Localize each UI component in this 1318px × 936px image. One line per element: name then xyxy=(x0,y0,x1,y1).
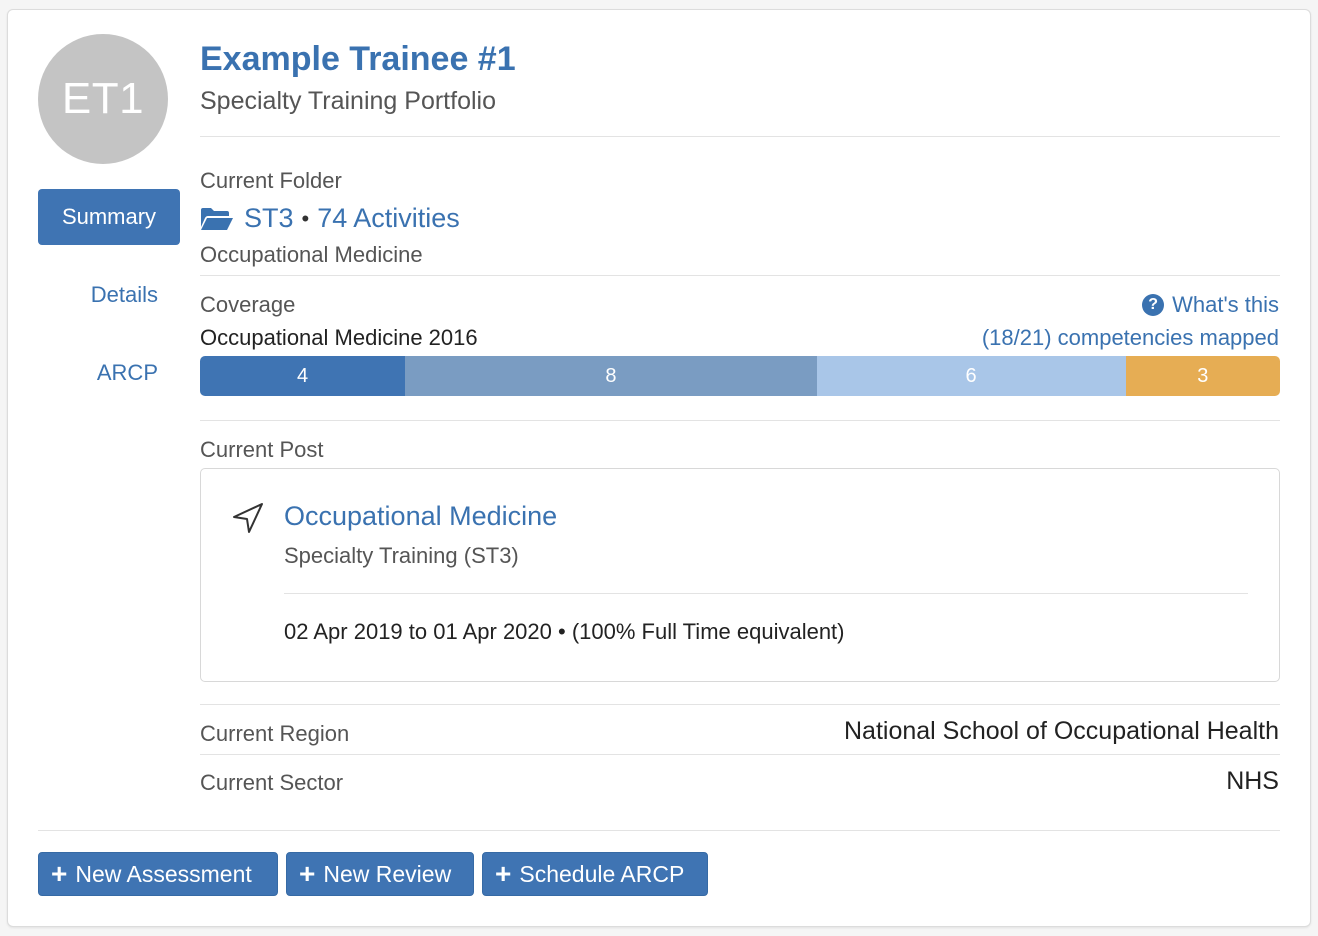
whats-this-label: What's this xyxy=(1172,292,1279,317)
divider xyxy=(200,754,1280,755)
nav-details-link[interactable]: Details xyxy=(91,282,158,308)
portfolio-type: Specialty Training Portfolio xyxy=(200,87,496,115)
coverage-segment: 4 xyxy=(200,356,406,396)
whats-this-link[interactable]: ? What's this xyxy=(1142,292,1279,318)
current-sector-value: NHS xyxy=(1226,767,1279,795)
folder-name-link[interactable]: ST3 xyxy=(244,203,294,234)
plus-icon: + xyxy=(51,858,68,889)
plus-icon: + xyxy=(495,858,512,889)
nav-arcp-link[interactable]: ARCP xyxy=(97,360,158,386)
location-arrow-icon xyxy=(233,503,263,533)
current-folder-label: Current Folder xyxy=(200,168,342,193)
divider xyxy=(200,704,1280,705)
separator: • xyxy=(301,205,310,231)
current-post-label: Current Post xyxy=(200,437,324,462)
divider xyxy=(200,420,1280,421)
coverage-segment: 6 xyxy=(816,356,1126,396)
coverage-progress-bar: 4863 xyxy=(200,356,1280,396)
avatar: ET1 xyxy=(38,34,168,164)
trainee-name[interactable]: Example Trainee #1 xyxy=(200,40,516,79)
post-title-link[interactable]: Occupational Medicine xyxy=(284,501,557,532)
question-circle-icon: ? xyxy=(1142,294,1165,316)
current-folder: ST3 • 74 Activities xyxy=(200,203,460,234)
current-sector-label: Current Sector xyxy=(200,770,344,795)
divider xyxy=(200,275,1280,276)
coverage-segment: 3 xyxy=(1125,356,1280,396)
divider xyxy=(38,830,1280,831)
new-review-button[interactable]: + New Review xyxy=(286,852,474,896)
divider xyxy=(200,136,1280,137)
new-assessment-label: New Assessment xyxy=(75,860,252,887)
new-assessment-button[interactable]: + New Assessment xyxy=(38,852,278,896)
folder-specialty: Occupational Medicine xyxy=(200,242,423,267)
plus-icon: + xyxy=(299,858,316,889)
coverage-label: Coverage xyxy=(200,292,296,317)
current-region-label: Current Region xyxy=(200,721,350,746)
nav-summary-button[interactable]: Summary xyxy=(38,189,180,245)
new-review-label: New Review xyxy=(323,860,452,887)
folder-open-icon xyxy=(201,207,233,230)
post-dates: 02 Apr 2019 to 01 Apr 2020 • (100% Full … xyxy=(284,619,845,644)
schedule-arcp-button[interactable]: + Schedule ARCP xyxy=(482,852,708,896)
curriculum-name: Occupational Medicine 2016 xyxy=(200,325,478,350)
trainee-summary-card: ET1 Summary Details ARCP Example Trainee… xyxy=(7,9,1311,927)
activities-link[interactable]: 74 Activities xyxy=(317,203,460,234)
schedule-arcp-label: Schedule ARCP xyxy=(519,860,685,887)
current-region-value: National School of Occupational Health xyxy=(844,717,1279,745)
competencies-mapped-link[interactable]: (18/21) competencies mapped xyxy=(982,325,1279,351)
divider xyxy=(284,593,1248,594)
current-post-panel: Occupational Medicine Specialty Training… xyxy=(200,468,1280,682)
coverage-segment: 8 xyxy=(405,356,817,396)
post-grade: Specialty Training (ST3) xyxy=(284,543,519,568)
